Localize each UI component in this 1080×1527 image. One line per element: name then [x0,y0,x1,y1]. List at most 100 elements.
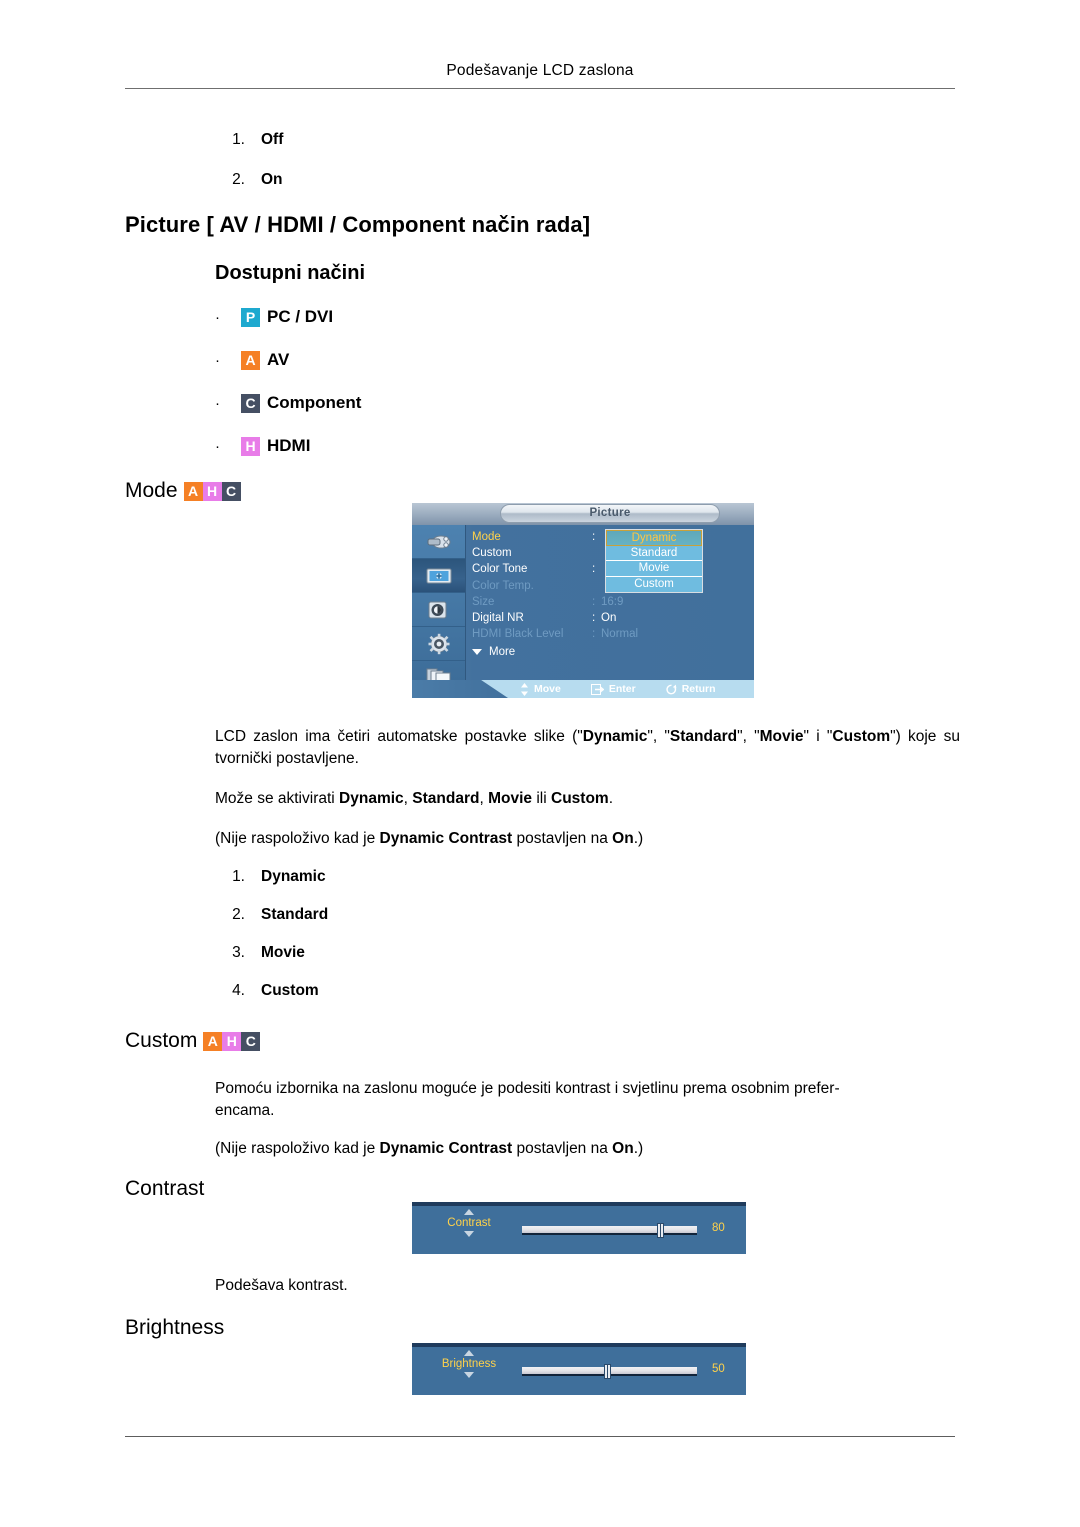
osd-more-row[interactable]: More [472,646,750,658]
list-index: 1. [232,868,245,885]
section-title-available-modes: Dostupni načini [215,262,365,284]
list-label: Custom [261,982,319,999]
list-index: 4. [232,982,245,999]
list-item: 3. Movie [205,944,328,962]
available-modes-list: · P PC / DVI · A AV · C Component · H HD… [215,302,361,474]
list-index: 2. [232,906,245,923]
slider-handle[interactable] [656,1223,664,1238]
intro-numbered-list: 1. Off 2. On [205,131,283,189]
badge-hdmi: H [241,436,260,456]
slider-label-wrap: Contrast [426,1209,512,1237]
paragraph-mode-intro: LCD zaslon ima četiri automatske postavk… [215,728,960,767]
badge-hdmi: H [222,1031,242,1051]
osd-dropdown-item-custom[interactable]: Custom [606,576,702,592]
osd-sidebar-item-setup[interactable] [412,627,465,661]
osd-sidebar-item-sound[interactable] [412,593,465,627]
header-rule [125,88,955,89]
list-item: 2. On [205,171,283,189]
list-item: 1. Off [205,131,283,149]
list-item: · P PC / DVI [215,302,361,332]
osd-mode-dropdown[interactable]: Dynamic Standard Movie Custom [605,529,703,593]
osd-row-value: On [601,612,617,625]
list-label: Component [267,393,362,412]
slider-handle[interactable] [604,1364,612,1379]
arrow-down-icon[interactable] [464,1372,474,1378]
paragraph-mode-activate: Može se aktivirati Dynamic, Standard, Mo… [215,790,614,807]
list-label: Off [261,131,284,148]
osd-row-colon: : [592,563,596,576]
osd-slider-contrast[interactable]: Contrast 80 [412,1202,746,1254]
osd-picture-menu: Picture Mode: Custom Color Tone: Color… [412,503,754,698]
list-index: 3. [232,944,245,961]
paragraph-custom-note: (Nije raspoloživo kad je Dynamic Contras… [215,1140,644,1157]
section-title-brightness: Brightness [125,1316,224,1340]
footer-rule [125,1436,955,1437]
list-label: Dynamic [261,868,326,885]
list-label: Movie [261,944,305,961]
badge-av: A [203,1031,223,1051]
section-title-mode: Mode A H C [125,479,241,503]
paragraph-mode-note: (Nije raspoloživo kad je Dynamic Contras… [215,830,644,847]
list-index: 2. [232,171,245,188]
paragraph-contrast-desc: Podešava kontrast. [215,1277,348,1294]
osd-sidebar-item-input-source[interactable] [412,525,465,559]
section-title-mode-label: Mode [125,479,178,502]
paragraph-custom-desc: Pomoću izbornika na zaslonu moguće je po… [215,1080,840,1119]
section-title-custom: Custom A H C [125,1029,261,1053]
osd-title: Picture [500,504,720,523]
osd-row-size: Size : 16:9 [472,594,750,610]
section-title-contrast: Contrast [125,1177,204,1201]
chevron-down-icon [472,649,482,656]
osd-dropdown-item-dynamic[interactable]: Dynamic [606,530,702,546]
list-item: 2. Standard [205,906,328,924]
slider-track[interactable] [522,1223,697,1238]
osd-dropdown-item-movie[interactable]: Movie [606,561,702,577]
slider-label: Brightness [441,1358,497,1370]
osd-more-label: More [489,646,516,659]
osd-row-digital-nr[interactable]: Digital NR : On [472,610,750,626]
osd-row-label: HDMI Black Level [472,628,564,641]
osd-sidebar [412,525,466,688]
osd-row-hdmi-black-level: HDMI Black Level : Normal [472,626,750,642]
bullet-dot-icon: · [215,351,220,369]
osd-footer-return: Return [666,683,716,695]
list-index: 1. [232,131,245,148]
list-item: · C Component [215,388,361,418]
bullet-dot-icon: · [215,437,220,455]
list-label: AV [267,350,290,369]
badge-hdmi: H [202,481,222,501]
badge-component: C [221,481,241,501]
slider-label: Contrast [447,1217,491,1229]
list-label: PC / DVI [267,307,334,326]
osd-footer-enter: Enter [590,683,636,695]
osd-sidebar-item-picture[interactable] [412,559,465,593]
document-page: Podešavanje LCD zaslona 1. Off 2. On Pic… [0,0,1080,1527]
list-item: 4. Custom [205,982,328,1000]
slider-track[interactable] [522,1364,697,1379]
enter-icon [590,683,604,695]
slider-value: 50 [712,1363,725,1375]
slider-label-wrap: Brightness [426,1350,512,1378]
mode-badge-group: A H C [183,481,241,501]
section-title-contrast-label: Contrast [125,1177,205,1200]
osd-slider-brightness[interactable]: Brightness 50 [412,1343,746,1395]
osd-footer-label: Enter [608,683,636,695]
badge-letter: H [241,436,260,456]
picture-icon [425,566,453,586]
osd-dropdown-item-standard[interactable]: Standard [606,545,702,561]
input-source-icon [425,532,453,552]
list-label: Standard [261,906,329,923]
osd-row-colon: : [592,531,596,544]
osd-row-value: Normal [601,628,639,641]
custom-badge-group: A H C [203,1031,261,1051]
badge-component: C [241,393,260,413]
arrow-down-icon[interactable] [464,1231,474,1237]
badge-letter: A [241,350,260,370]
badge-av: A [183,481,203,501]
osd-row-colon: : [592,628,596,641]
section-title-custom-label: Custom [125,1029,198,1052]
list-item: · H HDMI [215,431,361,461]
bullet-dot-icon: · [215,394,220,412]
setup-gear-icon [427,633,451,655]
page-title: Picture [ AV / HDMI / Component način ra… [125,212,591,237]
